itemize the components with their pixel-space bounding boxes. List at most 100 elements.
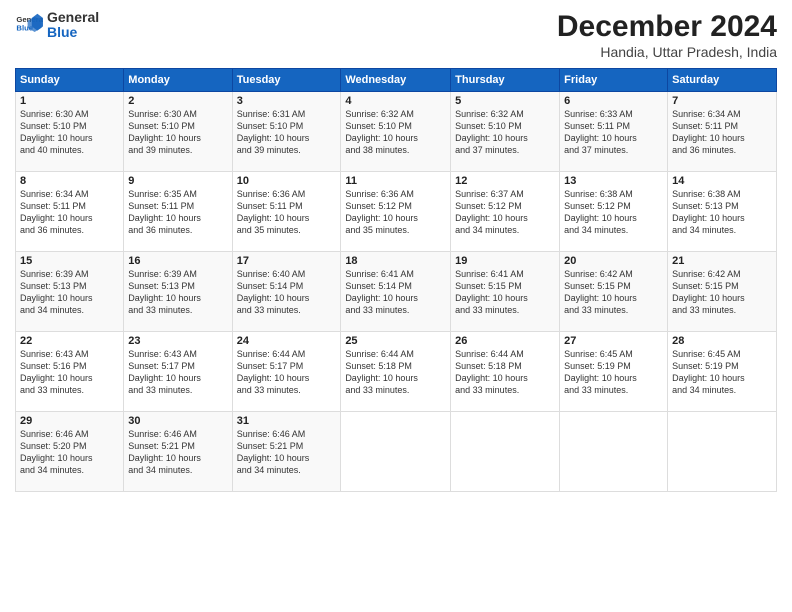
daylight-label: Daylight: 10 hours (564, 373, 637, 383)
day-info: Sunrise: 6:41 AM Sunset: 5:15 PM Dayligh… (455, 268, 555, 317)
sunrise-label: Sunrise: 6:31 AM (237, 109, 306, 119)
day-info: Sunrise: 6:46 AM Sunset: 5:21 PM Dayligh… (128, 428, 227, 477)
calendar-row: 8 Sunrise: 6:34 AM Sunset: 5:11 PM Dayli… (16, 172, 777, 252)
daylight-minutes: and 33 minutes. (20, 385, 84, 395)
logo-blue: Blue (47, 25, 99, 40)
daylight-label: Daylight: 10 hours (237, 213, 310, 223)
daylight-label: Daylight: 10 hours (20, 293, 93, 303)
day-number: 26 (455, 335, 555, 347)
daylight-minutes: and 36 minutes. (672, 145, 736, 155)
daylight-label: Daylight: 10 hours (455, 213, 528, 223)
daylight-minutes: and 34 minutes. (20, 465, 84, 475)
daylight-label: Daylight: 10 hours (237, 293, 310, 303)
daylight-minutes: and 33 minutes. (455, 305, 519, 315)
day-info: Sunrise: 6:40 AM Sunset: 5:14 PM Dayligh… (237, 268, 337, 317)
sunset-label: Sunset: 5:14 PM (345, 281, 412, 291)
calendar-cell: 1 Sunrise: 6:30 AM Sunset: 5:10 PM Dayli… (16, 92, 124, 172)
daylight-label: Daylight: 10 hours (237, 453, 310, 463)
sunrise-label: Sunrise: 6:33 AM (564, 109, 633, 119)
day-info: Sunrise: 6:38 AM Sunset: 5:13 PM Dayligh… (672, 188, 772, 237)
daylight-label: Daylight: 10 hours (128, 453, 201, 463)
daylight-label: Daylight: 10 hours (672, 293, 745, 303)
day-number: 19 (455, 255, 555, 267)
daylight-minutes: and 39 minutes. (128, 145, 192, 155)
page: General Blue General Blue December 2024 … (0, 0, 792, 612)
day-info: Sunrise: 6:42 AM Sunset: 5:15 PM Dayligh… (672, 268, 772, 317)
day-number: 23 (128, 335, 227, 347)
calendar-cell: 27 Sunrise: 6:45 AM Sunset: 5:19 PM Dayl… (560, 332, 668, 412)
daylight-label: Daylight: 10 hours (455, 133, 528, 143)
sub-title: Handia, Uttar Pradesh, India (557, 44, 777, 60)
sunset-label: Sunset: 5:11 PM (237, 201, 303, 211)
day-number: 5 (455, 95, 555, 107)
sunset-label: Sunset: 5:12 PM (564, 201, 631, 211)
main-title: December 2024 (557, 10, 777, 44)
header-friday: Friday (560, 69, 668, 92)
day-number: 6 (564, 95, 663, 107)
sunset-label: Sunset: 5:13 PM (128, 281, 195, 291)
daylight-label: Daylight: 10 hours (672, 133, 745, 143)
day-number: 17 (237, 255, 337, 267)
sunrise-label: Sunrise: 6:32 AM (345, 109, 414, 119)
day-info: Sunrise: 6:34 AM Sunset: 5:11 PM Dayligh… (672, 108, 772, 157)
calendar-cell: 12 Sunrise: 6:37 AM Sunset: 5:12 PM Dayl… (451, 172, 560, 252)
daylight-minutes: and 35 minutes. (237, 225, 301, 235)
sunrise-label: Sunrise: 6:30 AM (20, 109, 89, 119)
day-number: 12 (455, 175, 555, 187)
header-saturday: Saturday (668, 69, 777, 92)
logo: General Blue General Blue (15, 10, 99, 41)
daylight-minutes: and 33 minutes. (345, 305, 409, 315)
day-number: 29 (20, 415, 119, 427)
sunset-label: Sunset: 5:15 PM (455, 281, 522, 291)
daylight-minutes: and 33 minutes. (564, 385, 628, 395)
header: General Blue General Blue December 2024 … (15, 10, 777, 60)
daylight-label: Daylight: 10 hours (672, 373, 745, 383)
daylight-label: Daylight: 10 hours (20, 373, 93, 383)
daylight-minutes: and 33 minutes. (564, 305, 628, 315)
sunrise-label: Sunrise: 6:37 AM (455, 189, 524, 199)
daylight-label: Daylight: 10 hours (128, 133, 201, 143)
sunset-label: Sunset: 5:15 PM (672, 281, 739, 291)
calendar-cell: 24 Sunrise: 6:44 AM Sunset: 5:17 PM Dayl… (232, 332, 341, 412)
sunrise-label: Sunrise: 6:35 AM (128, 189, 197, 199)
day-number: 22 (20, 335, 119, 347)
header-monday: Monday (124, 69, 232, 92)
daylight-minutes: and 35 minutes. (345, 225, 409, 235)
sunrise-label: Sunrise: 6:32 AM (455, 109, 524, 119)
sunset-label: Sunset: 5:18 PM (455, 361, 522, 371)
calendar-cell: 22 Sunrise: 6:43 AM Sunset: 5:16 PM Dayl… (16, 332, 124, 412)
calendar-row: 29 Sunrise: 6:46 AM Sunset: 5:20 PM Dayl… (16, 412, 777, 492)
title-block: December 2024 Handia, Uttar Pradesh, Ind… (557, 10, 777, 60)
calendar-cell: 3 Sunrise: 6:31 AM Sunset: 5:10 PM Dayli… (232, 92, 341, 172)
day-number: 3 (237, 95, 337, 107)
sunrise-label: Sunrise: 6:43 AM (20, 349, 89, 359)
sunrise-label: Sunrise: 6:44 AM (455, 349, 524, 359)
calendar-cell: 30 Sunrise: 6:46 AM Sunset: 5:21 PM Dayl… (124, 412, 232, 492)
day-number: 9 (128, 175, 227, 187)
daylight-minutes: and 39 minutes. (237, 145, 301, 155)
sunrise-label: Sunrise: 6:34 AM (672, 109, 741, 119)
day-info: Sunrise: 6:45 AM Sunset: 5:19 PM Dayligh… (564, 348, 663, 397)
day-number: 30 (128, 415, 227, 427)
daylight-label: Daylight: 10 hours (345, 213, 418, 223)
daylight-minutes: and 33 minutes. (345, 385, 409, 395)
daylight-label: Daylight: 10 hours (455, 373, 528, 383)
daylight-minutes: and 34 minutes. (564, 225, 628, 235)
day-number: 31 (237, 415, 337, 427)
day-number: 24 (237, 335, 337, 347)
sunset-label: Sunset: 5:12 PM (455, 201, 522, 211)
calendar-cell: 7 Sunrise: 6:34 AM Sunset: 5:11 PM Dayli… (668, 92, 777, 172)
calendar-row: 15 Sunrise: 6:39 AM Sunset: 5:13 PM Dayl… (16, 252, 777, 332)
day-info: Sunrise: 6:32 AM Sunset: 5:10 PM Dayligh… (455, 108, 555, 157)
day-info: Sunrise: 6:45 AM Sunset: 5:19 PM Dayligh… (672, 348, 772, 397)
header-thursday: Thursday (451, 69, 560, 92)
sunrise-label: Sunrise: 6:39 AM (20, 269, 89, 279)
day-info: Sunrise: 6:46 AM Sunset: 5:21 PM Dayligh… (237, 428, 337, 477)
calendar-cell: 10 Sunrise: 6:36 AM Sunset: 5:11 PM Dayl… (232, 172, 341, 252)
daylight-minutes: and 36 minutes. (20, 225, 84, 235)
calendar-cell: 29 Sunrise: 6:46 AM Sunset: 5:20 PM Dayl… (16, 412, 124, 492)
day-info: Sunrise: 6:42 AM Sunset: 5:15 PM Dayligh… (564, 268, 663, 317)
calendar-cell: 25 Sunrise: 6:44 AM Sunset: 5:18 PM Dayl… (341, 332, 451, 412)
calendar-cell: 6 Sunrise: 6:33 AM Sunset: 5:11 PM Dayli… (560, 92, 668, 172)
sunrise-label: Sunrise: 6:43 AM (128, 349, 197, 359)
